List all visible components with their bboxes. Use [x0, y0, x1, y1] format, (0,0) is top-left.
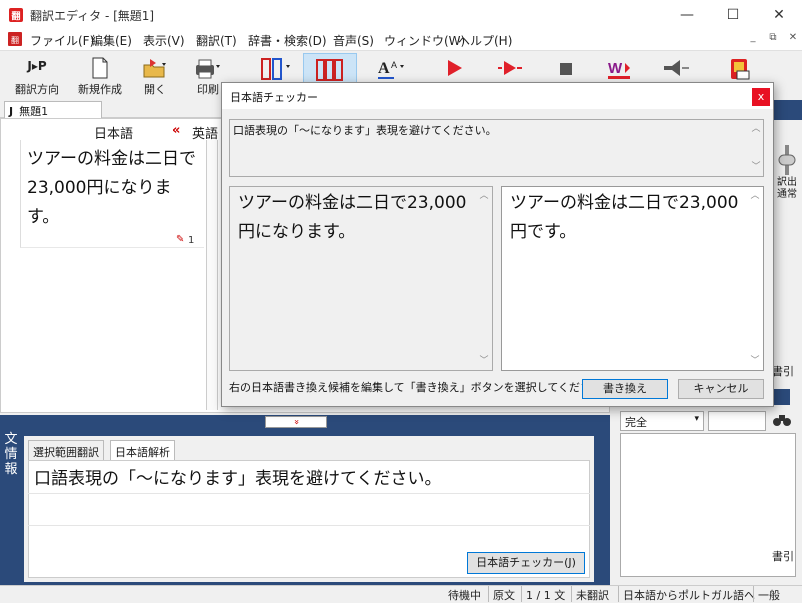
scroll-down-icon[interactable]: ﹀ — [748, 354, 762, 368]
menu-window[interactable]: ウィンドウ(W) — [384, 32, 465, 49]
status-mode: 一般 — [758, 589, 780, 602]
output-slider[interactable] — [775, 145, 799, 175]
message-scrollbar[interactable]: ︿ ﹀ — [749, 120, 763, 176]
open-folder-icon — [142, 57, 168, 82]
maximize-button[interactable]: ☐ — [710, 0, 756, 30]
three-column-icon — [315, 58, 345, 85]
cancel-button[interactable]: キャンセル — [678, 379, 764, 399]
close-window-button[interactable]: ✕ — [756, 0, 802, 30]
status-separator — [571, 586, 572, 602]
scroll-up-icon[interactable]: ︿ — [749, 122, 763, 136]
status-separator — [521, 586, 522, 602]
scroll-down-icon[interactable]: ﹀ — [749, 160, 763, 174]
tab-japanese-analysis[interactable]: 日本語解析 — [110, 440, 175, 460]
sentence-number: 1 — [188, 235, 195, 246]
web-translate-icon: W — [606, 57, 634, 84]
status-translation-state: 未翻訳 — [576, 589, 609, 602]
menu-help[interactable]: ヘルプ(H) — [458, 32, 512, 49]
rewrite-button[interactable]: 書き換え — [582, 379, 668, 399]
stop-icon — [558, 57, 574, 82]
analysis-message: 口語表現の「～になります」表現を避けてください。 — [34, 469, 442, 489]
tab-selection-translation[interactable]: 選択範囲翻訳 — [28, 440, 104, 460]
status-state: 待機中 — [448, 589, 481, 602]
dictionary-ref-label-bottom: 書引 — [772, 550, 794, 563]
dialog-title: 日本語チェッカー — [230, 91, 318, 104]
app-logo-icon: 翻 — [8, 7, 24, 23]
book-icon[interactable] — [774, 389, 790, 405]
direction-label: 翻訳方向 — [15, 83, 59, 96]
pane-divider[interactable] — [206, 140, 218, 410]
open-button[interactable]: 開く — [132, 53, 178, 97]
new-button[interactable]: 新規作成 — [73, 53, 127, 97]
suggestion-scrollbar[interactable]: ︿ ﹀ — [748, 187, 762, 370]
suggestion-text[interactable]: ツアーの料金は二日で23,000円です。 — [510, 189, 750, 247]
menu-view[interactable]: 表示(V) — [143, 32, 185, 49]
chevron-double-down-icon: » — [290, 419, 301, 425]
divider — [28, 525, 590, 526]
dialog-message: 口語表現の「～になります」表現を避けてください。 — [233, 124, 497, 137]
divider — [28, 493, 590, 494]
mdi-minimize-button[interactable]: _ — [744, 32, 762, 48]
svg-text:A: A — [378, 60, 390, 77]
original-text: ツアーの料金は二日で23,000円になります。 — [238, 193, 467, 242]
output-mode-label: 訳出 通常 — [777, 177, 797, 201]
scroll-up-icon[interactable]: ︿ — [477, 189, 491, 203]
dictionary-search-input[interactable] — [708, 411, 766, 431]
printer-icon — [194, 57, 222, 82]
status-view: 原文 — [493, 589, 515, 602]
new-document-icon — [91, 57, 109, 82]
tab-document-label: 無題1 — [19, 105, 49, 118]
japanese-checker-button[interactable]: 日本語チェッカー(J) — [467, 552, 585, 574]
match-mode-select[interactable]: 完全 ▾ — [620, 411, 704, 431]
play-icon — [444, 57, 464, 82]
source-text[interactable]: ツアーの料金は二日で23,000円になります。 — [27, 145, 197, 232]
window-title: 翻訳エディタ - [無題1] — [30, 9, 155, 23]
output-label-line1: 訳出 — [777, 177, 797, 188]
document-icon[interactable]: 翻 — [8, 32, 22, 46]
sentence-info-label: 文情報 — [4, 432, 18, 477]
speaker-icon — [662, 57, 690, 82]
status-separator — [618, 586, 619, 602]
dialog-instruction: 右の日本語書き換え候補を編集して「書き換え」ボタンを選択してください。 — [229, 381, 614, 394]
minimize-button[interactable]: — — [664, 0, 710, 30]
direction-icon: J▸P — [27, 59, 47, 73]
menu-file[interactable]: ファイル(F) — [30, 32, 94, 49]
status-sentence-count: 1 / 1 文 — [526, 589, 566, 602]
menu-translate[interactable]: 翻訳(T) — [196, 32, 237, 49]
svg-text:A: A — [391, 60, 397, 70]
dictionary-result-list[interactable] — [620, 433, 796, 577]
mdi-restore-button[interactable]: ⧉ — [764, 32, 782, 48]
scroll-up-icon[interactable]: ︿ — [748, 189, 762, 203]
open-label: 開く — [144, 83, 166, 96]
binoculars-icon[interactable] — [773, 411, 791, 431]
menu-dictionary[interactable]: 辞書・検索(D) — [248, 32, 327, 49]
new-label: 新規作成 — [78, 83, 122, 96]
panel-header — [772, 100, 802, 120]
dictionary-ref-label: 書引 — [772, 365, 794, 378]
status-direction: 日本語からポルトガル語へ — [623, 589, 755, 602]
play-segment-icon — [496, 57, 524, 82]
match-mode-value: 完全 — [625, 416, 647, 429]
chevron-down-icon: ▾ — [694, 414, 699, 424]
status-separator — [753, 586, 754, 602]
mdi-close-button[interactable]: ✕ — [784, 32, 802, 48]
direction-button[interactable]: J▸P 翻訳方向 — [10, 53, 64, 97]
menu-voice[interactable]: 音声(S) — [333, 32, 374, 49]
menu-edit[interactable]: 編集(E) — [91, 32, 132, 49]
tab-document[interactable]: J 無題1 — [4, 101, 102, 118]
tab-prefix: J — [9, 105, 14, 118]
original-scrollbar[interactable]: ︿ ﹀ — [477, 187, 491, 370]
svg-text:W: W — [608, 60, 623, 77]
output-label-line2: 通常 — [777, 189, 797, 200]
scroll-down-icon[interactable]: ﹀ — [477, 354, 491, 368]
direction-arrow-icon[interactable]: « — [172, 123, 180, 138]
dialog-close-button[interactable]: x — [752, 88, 770, 106]
dictionary-book-icon — [728, 57, 752, 84]
two-column-icon — [258, 57, 292, 84]
pencil-icon: ✎ — [176, 234, 185, 245]
svg-text:翻: 翻 — [11, 36, 19, 45]
collapse-toggle[interactable]: » — [265, 416, 327, 428]
svg-text:翻: 翻 — [11, 10, 20, 21]
status-separator — [488, 586, 489, 602]
